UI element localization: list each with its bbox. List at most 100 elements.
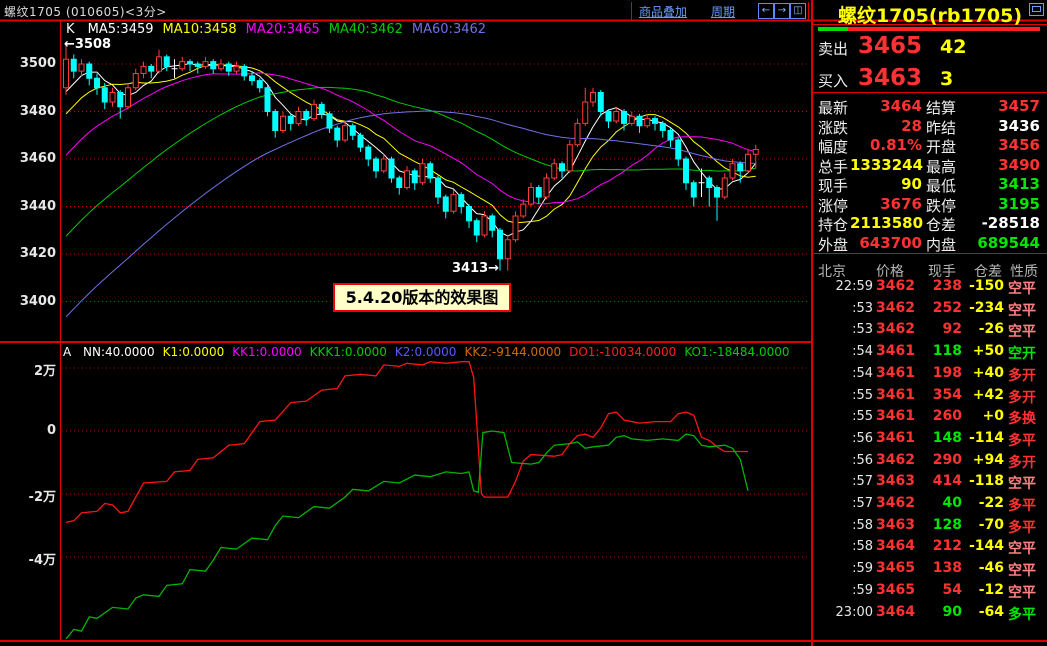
- tick-time: :59: [815, 561, 873, 576]
- tick-volume: 290: [918, 452, 962, 468]
- ma-value: MA40:3462: [329, 22, 403, 37]
- bid-label: 买入: [818, 70, 848, 91]
- tick-price: 3462: [876, 300, 910, 316]
- ma-value: MA10:3458: [163, 22, 237, 37]
- stat-label: 跌停: [926, 195, 956, 216]
- stat-value: 3456: [960, 136, 1040, 154]
- stat-value: 1333244: [850, 156, 922, 174]
- tick-price: 3461: [876, 408, 910, 424]
- tick-price: 3465: [876, 582, 910, 598]
- tick-time: :53: [815, 301, 873, 316]
- tick-oi-change: -22: [964, 495, 1004, 511]
- stat-label: 内盘: [926, 234, 956, 255]
- bid-price[interactable]: 3463: [858, 65, 920, 91]
- tick-nature: 空平: [1008, 538, 1036, 558]
- tick-oi-change: +0: [964, 408, 1004, 424]
- tick-nature: 多平: [1008, 604, 1036, 624]
- menu-period[interactable]: 周期: [711, 3, 735, 20]
- kline-axis-label: 3440: [2, 199, 56, 214]
- tick-oi-change: -114: [964, 430, 1004, 446]
- stat-value: 28: [850, 117, 922, 135]
- tick-time: :59: [815, 583, 873, 598]
- indicator-param-value: KK1:0.0000: [232, 345, 301, 359]
- stat-label: 最新: [818, 97, 848, 118]
- tick-volume: 54: [918, 582, 962, 598]
- stat-value: 643700: [850, 234, 922, 252]
- tick-oi-change: -150: [964, 278, 1004, 294]
- sub-indicator-letter: A: [63, 345, 71, 359]
- stat-label: 外盘: [818, 234, 848, 255]
- tick-time: :56: [815, 453, 873, 468]
- sub-indicator-area[interactable]: [62, 343, 810, 640]
- tick-price: 3463: [876, 517, 910, 533]
- tick-nature: 空平: [1008, 560, 1036, 580]
- ask-price[interactable]: 3465: [858, 33, 920, 59]
- bid-volume: 3: [940, 68, 953, 90]
- tick-oi-change: +42: [964, 387, 1004, 403]
- prev-arrow-button[interactable]: ←: [758, 3, 774, 19]
- stat-label: 昨结: [926, 117, 956, 138]
- tick-price: 3462: [876, 495, 910, 511]
- tick-volume: 40: [918, 495, 962, 511]
- indicator-param-value: KKK1:0.0000: [310, 345, 387, 359]
- tick-nature: 多开: [1008, 365, 1036, 385]
- tick-nature: 空平: [1008, 300, 1036, 320]
- menu-overlay-contracts[interactable]: 商品叠加: [639, 3, 687, 20]
- tick-nature: 空开: [1008, 343, 1036, 363]
- sell-ratio-bar: [848, 27, 1040, 31]
- tick-volume: 414: [918, 473, 962, 489]
- sub-axis-label: -4万: [2, 549, 56, 568]
- tick-time: :55: [815, 388, 873, 403]
- high-price-annotation: ←3508: [64, 37, 111, 52]
- ma-value: MA60:3462: [412, 22, 486, 37]
- tick-volume: 212: [918, 538, 962, 554]
- sub-axis-label: 0: [2, 423, 56, 438]
- stat-value: -28518: [960, 214, 1040, 232]
- tick-nature: 空平: [1008, 321, 1036, 341]
- tick-volume: 92: [918, 321, 962, 337]
- stat-label: 开盘: [926, 136, 956, 157]
- tick-time: :58: [815, 539, 873, 554]
- tick-price: 3462: [876, 278, 910, 294]
- sub-axis-label: 2万: [2, 360, 56, 379]
- tick-volume: 354: [918, 387, 962, 403]
- stat-label: 仓差: [926, 214, 956, 235]
- stat-value: 3195: [960, 195, 1040, 213]
- tick-price: 3464: [876, 604, 910, 620]
- tick-volume: 90: [918, 604, 962, 620]
- tick-nature: 多开: [1008, 452, 1036, 472]
- kline-axis-label: 3400: [2, 294, 56, 309]
- indicator-param-value: K1:0.0000: [163, 345, 225, 359]
- stat-value: 0.81%: [850, 136, 922, 154]
- tick-volume: 138: [918, 560, 962, 576]
- tick-time: :54: [815, 344, 873, 359]
- ma-value: MA20:3465: [246, 22, 320, 37]
- tick-price: 3462: [876, 452, 910, 468]
- tick-time: :57: [815, 496, 873, 511]
- quote-panel-title: 螺纹1705(rb1705): [813, 1, 1047, 28]
- tile-windows-button[interactable]: ◫: [790, 3, 806, 19]
- version-note-box: 5.4.20版本的效果图: [333, 283, 511, 312]
- next-arrow-button[interactable]: →: [774, 3, 790, 19]
- tick-price: 3461: [876, 343, 910, 359]
- tick-oi-change: -70: [964, 517, 1004, 533]
- tick-volume: 128: [918, 517, 962, 533]
- tick-oi-change: +40: [964, 365, 1004, 381]
- tick-oi-change: +94: [964, 452, 1004, 468]
- tick-nature: 多平: [1008, 430, 1036, 450]
- stat-label: 涨跌: [818, 117, 848, 138]
- tick-nature: 多换: [1008, 408, 1036, 428]
- stat-label: 持仓: [818, 214, 848, 235]
- tick-oi-change: -46: [964, 560, 1004, 576]
- buy-ratio-bar: [818, 27, 848, 31]
- tick-oi-change: +50: [964, 343, 1004, 359]
- tick-price: 3463: [876, 473, 910, 489]
- indicator-param-value: DO1:-10034.0000: [569, 345, 676, 359]
- low-price-annotation: 3413→: [452, 261, 499, 276]
- tick-price: 3461: [876, 430, 910, 446]
- tick-price: 3461: [876, 365, 910, 381]
- tick-time: :58: [815, 518, 873, 533]
- ma-value: MA5:3459: [88, 22, 154, 37]
- tick-oi-change: -118: [964, 473, 1004, 489]
- tick-nature: 多开: [1008, 387, 1036, 407]
